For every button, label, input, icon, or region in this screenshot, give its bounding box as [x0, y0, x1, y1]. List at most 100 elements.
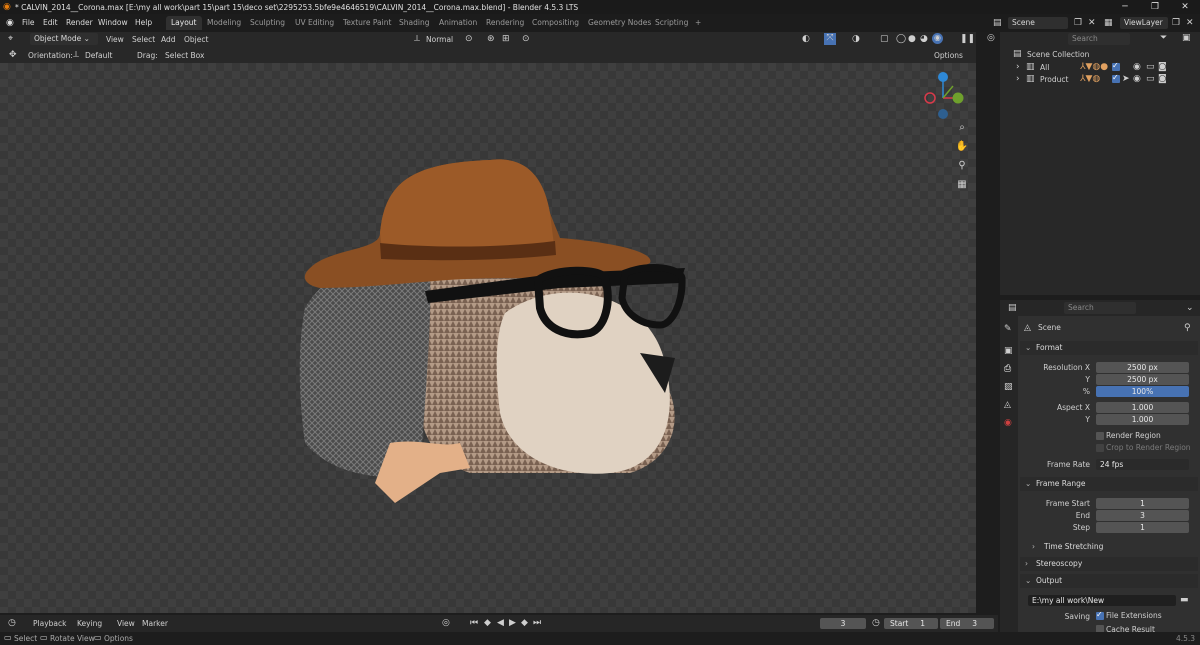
- file-extensions-checkbox[interactable]: [1096, 610, 1104, 620]
- exclude-checkbox[interactable]: [1112, 61, 1120, 71]
- delete-view-layer-icon[interactable]: ✕: [1186, 18, 1194, 28]
- blender-menu-icon[interactable]: ◉: [6, 18, 14, 28]
- new-scene-icon[interactable]: ❐: [1074, 18, 1082, 28]
- overlay-toggle-icon[interactable]: ◑: [852, 34, 860, 44]
- menu-keying[interactable]: Keying: [77, 619, 102, 628]
- camera-view-icon[interactable]: ⚲: [955, 159, 969, 173]
- tab-layout[interactable]: Layout: [166, 16, 202, 30]
- frame-rate-dropdown[interactable]: 24 fps: [1096, 459, 1189, 470]
- tab-rendering[interactable]: Rendering: [481, 16, 529, 30]
- proportional-edit-icon[interactable]: ⊙: [522, 34, 530, 44]
- current-frame-field[interactable]: 3: [820, 618, 866, 629]
- tool-tab-icon[interactable]: ✎: [1004, 324, 1012, 334]
- folder-icon[interactable]: ▬: [1180, 595, 1189, 605]
- scene-tab-icon[interactable]: ◬: [1004, 400, 1011, 410]
- chevron-down-icon[interactable]: ⌄: [1186, 303, 1194, 313]
- world-tab-icon[interactable]: ◉: [1004, 418, 1012, 428]
- output-tab-icon[interactable]: ⎙: [1004, 364, 1011, 374]
- maximize-button[interactable]: ❐: [1140, 0, 1170, 14]
- menu-select[interactable]: Select: [132, 35, 155, 44]
- frame-end-field[interactable]: 3: [1096, 510, 1189, 521]
- stereoscopy-panel-header[interactable]: › Stereoscopy: [1020, 557, 1198, 571]
- eye-icon[interactable]: ◉: [1133, 62, 1141, 72]
- xray-toggle-icon[interactable]: ▢: [880, 34, 889, 44]
- resolution-y-field[interactable]: 2500 px: [1096, 374, 1189, 385]
- output-panel-header[interactable]: ⌄ Output: [1020, 574, 1198, 588]
- menu-help[interactable]: Help: [135, 18, 152, 27]
- pivot-icon[interactable]: ⊙: [465, 34, 473, 44]
- pin-icon[interactable]: ⚲: [1184, 323, 1191, 333]
- editor-type-icon[interactable]: ▤: [1008, 303, 1017, 313]
- menu-playback[interactable]: Playback: [33, 619, 66, 628]
- transform-orientation-dropdown[interactable]: Normal: [426, 35, 453, 44]
- editor-type-icon[interactable]: ◎: [987, 33, 995, 43]
- auto-key-icon[interactable]: ◎: [442, 618, 450, 628]
- zoom-icon[interactable]: ⌕: [955, 121, 969, 135]
- 3d-viewport[interactable]: ⌕ ✋ ⚲ ▦ ›: [0, 63, 976, 613]
- outliner-search[interactable]: Search: [1068, 33, 1130, 45]
- tab-uv-editing[interactable]: UV Editing: [290, 16, 339, 30]
- camera-icon[interactable]: ◙: [1158, 74, 1167, 84]
- outliner-row-all[interactable]: › ▥ All ⅄▼◍● ◉ ▭ ◙: [1000, 61, 1200, 73]
- new-collection-icon[interactable]: ▣: [1182, 33, 1191, 43]
- output-path-field[interactable]: E:\my all work\New folder\render\render: [1028, 595, 1176, 606]
- solid-shading-icon[interactable]: ●: [908, 34, 916, 44]
- chevron-right-icon[interactable]: ›: [1016, 74, 1020, 84]
- object-mode-dropdown[interactable]: Object Mode ⌄: [30, 33, 98, 45]
- material-shading-icon[interactable]: ◕: [920, 34, 928, 44]
- close-button[interactable]: ✕: [1170, 0, 1200, 14]
- tab-modeling[interactable]: Modeling: [202, 16, 246, 30]
- preview-range-icon[interactable]: ◷: [872, 618, 880, 628]
- filter-icon[interactable]: ⏷: [1160, 33, 1167, 43]
- view-layer-tab-icon[interactable]: ▨: [1004, 382, 1013, 392]
- delete-scene-icon[interactable]: ✕: [1088, 18, 1096, 28]
- menu-view[interactable]: View: [106, 35, 124, 44]
- rendered-shading-icon[interactable]: ◉: [932, 33, 943, 44]
- options-dropdown[interactable]: Options: [934, 51, 963, 60]
- frame-start-field[interactable]: 1: [1096, 498, 1189, 509]
- crop-region-checkbox[interactable]: [1096, 444, 1104, 452]
- tab-texture-paint[interactable]: Texture Paint: [338, 16, 396, 30]
- drag-dropdown[interactable]: Select Box: [165, 51, 204, 60]
- navigation-gizmo[interactable]: [918, 68, 968, 123]
- tab-geometry-nodes[interactable]: Geometry Nodes: [583, 16, 656, 30]
- tab-shading[interactable]: Shading: [394, 16, 434, 30]
- pan-hand-icon[interactable]: ✋: [955, 140, 969, 154]
- aspect-x-field[interactable]: 1.000: [1096, 402, 1189, 413]
- play-icon[interactable]: ▶: [509, 618, 516, 628]
- outliner-row-product[interactable]: › ▥ Product ⅄▼◍ ➤ ◉ ▭ ◙: [1000, 73, 1200, 85]
- menu-render[interactable]: Render: [66, 18, 93, 27]
- frame-step-field[interactable]: 1: [1096, 522, 1189, 533]
- resolution-x-field[interactable]: 2500 px: [1096, 362, 1189, 373]
- play-reverse-icon[interactable]: ◀: [497, 618, 504, 628]
- menu-marker[interactable]: Marker: [142, 619, 168, 628]
- add-workspace-button[interactable]: +: [690, 16, 706, 30]
- scene-collection-label[interactable]: Scene Collection: [1027, 50, 1089, 59]
- chevron-right-icon[interactable]: ›: [1016, 62, 1020, 72]
- scene-selector[interactable]: Scene: [1008, 17, 1068, 29]
- tab-scripting[interactable]: Scripting: [650, 16, 693, 30]
- next-keyframe-icon[interactable]: ◆: [521, 618, 528, 628]
- gizmo-toggle-icon[interactable]: ⤧: [824, 33, 836, 45]
- tab-compositing[interactable]: Compositing: [527, 16, 584, 30]
- frame-range-panel-header[interactable]: ⌄ Frame Range: [1020, 477, 1198, 491]
- minimize-button[interactable]: ─: [1110, 0, 1140, 14]
- snap-icon[interactable]: ⊛: [487, 34, 495, 44]
- pause-render-icon[interactable]: ❚❚: [960, 34, 975, 44]
- select-cursor-icon[interactable]: ➤: [1122, 74, 1130, 84]
- format-panel-header[interactable]: ⌄ Format: [1020, 341, 1198, 355]
- tab-sculpting[interactable]: Sculpting: [245, 16, 290, 30]
- render-region-checkbox[interactable]: [1096, 432, 1104, 440]
- prev-keyframe-icon[interactable]: ◆: [484, 618, 491, 628]
- menu-add[interactable]: Add: [161, 35, 176, 44]
- camera-icon[interactable]: ◙: [1158, 62, 1167, 72]
- editor-type-icon[interactable]: ⌖: [8, 34, 13, 44]
- menu-file[interactable]: File: [22, 18, 35, 27]
- render-tab-icon[interactable]: ▣: [1004, 346, 1013, 356]
- tab-animation[interactable]: Animation: [434, 16, 482, 30]
- properties-search[interactable]: Search: [1064, 302, 1136, 314]
- exclude-checkbox[interactable]: [1112, 73, 1120, 83]
- jump-start-icon[interactable]: ⏮: [470, 618, 478, 628]
- end-frame-field[interactable]: End 3: [940, 618, 994, 629]
- menu-object[interactable]: Object: [184, 35, 208, 44]
